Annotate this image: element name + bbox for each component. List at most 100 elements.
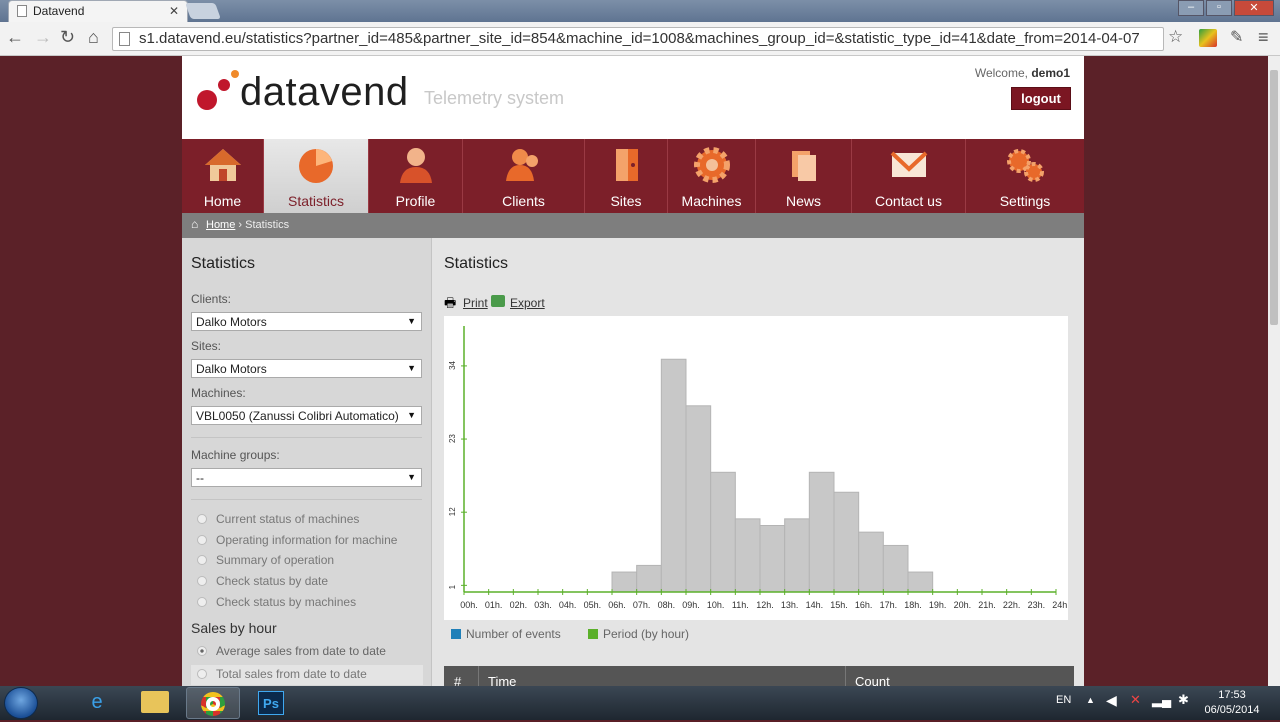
back-icon[interactable]: ← — [6, 27, 24, 48]
chrome-icon[interactable] — [186, 687, 240, 719]
speaker-icon[interactable]: ◀ — [1106, 692, 1117, 709]
close-tab-icon[interactable]: ✕ — [169, 4, 179, 18]
logout-button[interactable]: logout — [1011, 87, 1071, 110]
menu-machines[interactable]: Machines — [668, 139, 756, 213]
x-tick-label: 06h. — [608, 600, 626, 610]
logo-text[interactable]: datavend — [240, 70, 409, 115]
breadcrumb-home[interactable]: Home — [206, 219, 235, 231]
legend-swatch — [451, 629, 461, 639]
url-text: s1.datavend.eu/statistics?partner_id=485… — [139, 30, 1140, 47]
machines-select[interactable]: VBL0050 (Zanussi Colibri Automatico) ▼ — [191, 406, 422, 425]
x-tick-label: 12h. — [756, 600, 774, 610]
extension-icon[interactable] — [1199, 29, 1217, 47]
export-link[interactable]: Export — [510, 296, 545, 310]
chevron-down-icon: ▼ — [407, 316, 416, 326]
radio-icon[interactable] — [197, 555, 207, 565]
x-tick-label: 00h. — [460, 600, 478, 610]
signal-icon[interactable]: ▂▄ — [1152, 692, 1171, 708]
home-icon[interactable]: ⌂ — [88, 27, 99, 48]
sites-select[interactable]: Dalko Motors ▼ — [191, 359, 422, 378]
clients-select[interactable]: Dalko Motors ▼ — [191, 312, 422, 331]
menu-settings[interactable]: Settings — [966, 139, 1084, 213]
network-icon[interactable]: ✕ — [1130, 692, 1141, 708]
radio-icon[interactable] — [197, 576, 207, 586]
chart-bar — [660, 358, 687, 593]
sales-report-radio[interactable]: Average sales from date to date — [197, 644, 386, 658]
house-icon — [204, 149, 241, 181]
column-header: Count — [855, 674, 890, 686]
scrollbar[interactable] — [1268, 56, 1280, 686]
person-icon — [399, 148, 432, 183]
y-tick-label: 34 — [448, 360, 457, 369]
print-link[interactable]: Print — [463, 296, 488, 310]
chart-bar — [858, 531, 884, 593]
menu-contact[interactable]: Contact us — [852, 139, 966, 213]
legend-item: Number of events — [451, 627, 561, 641]
start-button[interactable] — [4, 687, 38, 719]
x-tick-label: 10h. — [707, 600, 725, 610]
radio-icon[interactable] — [197, 646, 207, 656]
radio-icon[interactable] — [197, 669, 207, 679]
x-tick-label: 24h. — [1052, 600, 1068, 610]
eyedropper-icon[interactable]: ✎ — [1230, 27, 1243, 47]
spreadsheet-icon[interactable] — [491, 295, 505, 307]
chart-bar — [611, 571, 638, 593]
logo-mark[interactable] — [196, 68, 240, 114]
menu-home[interactable]: Home — [182, 139, 264, 213]
sales-report-radio[interactable]: Total sales from date to date — [191, 665, 423, 685]
menu-news[interactable]: News — [756, 139, 852, 213]
main-menu: Home Statistics Profile Clients Sites Ma… — [182, 139, 1084, 213]
menu-label: News — [785, 193, 821, 209]
x-tick-label: 03h. — [534, 600, 552, 610]
reload-icon[interactable]: ↻ — [60, 27, 75, 48]
clock-time[interactable]: 17:53 — [1204, 689, 1260, 701]
folder-icon[interactable] — [128, 687, 182, 719]
main-content: Statistics 🖶 Print Export 00h. 01h. 02h. 03… — [432, 141, 1084, 686]
report-radio[interactable]: Current status of machines — [197, 512, 359, 526]
browser-tab[interactable]: Datavend ✕ — [8, 0, 188, 22]
page-icon — [17, 5, 27, 17]
menu-icon[interactable]: ≡ — [1258, 27, 1269, 48]
menu-statistics[interactable]: Statistics — [264, 139, 369, 213]
report-radio[interactable]: Check status by machines — [197, 595, 356, 609]
menu-profile[interactable]: Profile — [369, 139, 463, 213]
report-radio[interactable]: Operating information for machine — [197, 533, 397, 547]
address-bar[interactable]: s1.datavend.eu/statistics?partner_id=485… — [112, 27, 1164, 51]
table-header: # Time Count — [444, 666, 1074, 686]
x-tick-label: 13h. — [781, 600, 799, 610]
tagline: Telemetry system — [424, 88, 565, 108]
machine-groups-label: Machine groups: — [191, 448, 280, 462]
star-icon[interactable]: ☆ — [1168, 27, 1183, 47]
menu-clients[interactable]: Clients — [463, 139, 585, 213]
chevron-down-icon: ▼ — [407, 472, 416, 482]
maximize-icon[interactable]: ▫ — [1206, 0, 1232, 16]
printer-icon[interactable]: 🖶 — [444, 294, 456, 316]
close-window-icon[interactable]: ✕ — [1234, 0, 1274, 16]
menu-sites[interactable]: Sites — [585, 139, 668, 213]
gears-icon — [1007, 149, 1044, 182]
photoshop-icon[interactable]: Ps — [244, 687, 298, 719]
radio-icon[interactable] — [197, 514, 207, 524]
radio-icon[interactable] — [197, 535, 207, 545]
legend-item: Period (by hour) — [588, 627, 689, 641]
clock-date[interactable]: 06/05/2014 — [1200, 704, 1264, 716]
forward-icon[interactable]: → — [34, 27, 52, 48]
scrollbar-thumb[interactable] — [1270, 70, 1278, 325]
language-indicator[interactable]: EN — [1056, 694, 1071, 706]
show-hidden-icon[interactable]: ▲ — [1086, 695, 1095, 705]
report-radio[interactable]: Summary of operation — [197, 553, 334, 567]
ie-icon[interactable]: e — [70, 687, 124, 719]
new-tab-button[interactable] — [185, 3, 221, 19]
x-tick-label: 16h. — [855, 600, 873, 610]
radio-icon[interactable] — [197, 597, 207, 607]
bluetooth-icon[interactable]: ✱ — [1178, 692, 1189, 708]
chart-bar — [710, 471, 736, 593]
x-tick-label: 11h. — [732, 600, 749, 610]
divider — [191, 437, 422, 438]
x-tick-label: 22h. — [1003, 600, 1021, 610]
x-tick-label: 04h. — [559, 600, 577, 610]
chart-bar — [808, 471, 835, 593]
minimize-icon[interactable]: – — [1178, 0, 1204, 16]
machine-groups-select[interactable]: -- ▼ — [191, 468, 422, 487]
report-radio[interactable]: Check status by date — [197, 574, 328, 588]
